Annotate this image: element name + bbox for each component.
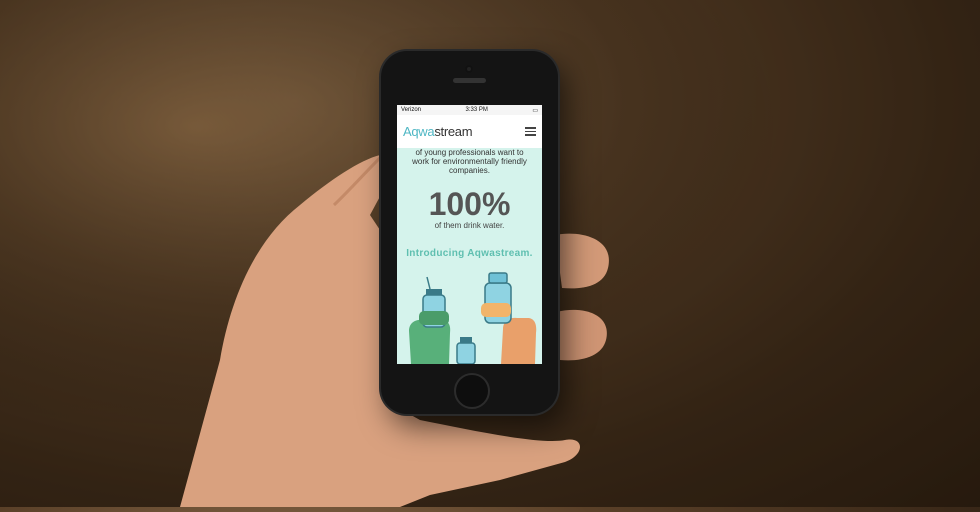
hamburger-menu-icon[interactable] <box>525 127 536 136</box>
home-button[interactable] <box>454 373 490 409</box>
clock: 3:33 PM <box>465 107 488 113</box>
earpiece-speaker <box>453 78 486 83</box>
stat-intro-line-3: companies. <box>449 166 490 175</box>
stat-caption: of them drink water. <box>434 221 505 230</box>
main-content: of young professionals want to work for … <box>397 148 542 259</box>
stat-intro-line-2: work for environmentally friendly <box>412 157 527 166</box>
stat-percentage: 100% <box>428 186 511 222</box>
carrier-label: Verizon <box>401 107 422 113</box>
logo-part-2: stream <box>434 124 473 139</box>
introducing-heading: Introducing Aqwastream. <box>406 248 533 259</box>
stat-intro-line-1: of young professionals want to <box>415 148 524 157</box>
aqwastream-logo[interactable]: Aqwastream <box>403 124 473 139</box>
front-camera <box>465 65 473 73</box>
bottles-illustration <box>409 272 537 364</box>
app-header: Aqwastream <box>397 115 542 148</box>
battery-icon: ▭ <box>532 107 538 114</box>
phone-screen: Verizon 3:33 PM ▭ Aqwastream of young pr… <box>397 105 542 364</box>
phone-device: Verizon 3:33 PM ▭ Aqwastream of young pr… <box>381 51 558 414</box>
logo-part-1: Aqwa <box>403 124 435 139</box>
status-bar: Verizon 3:33 PM ▭ <box>397 105 542 115</box>
